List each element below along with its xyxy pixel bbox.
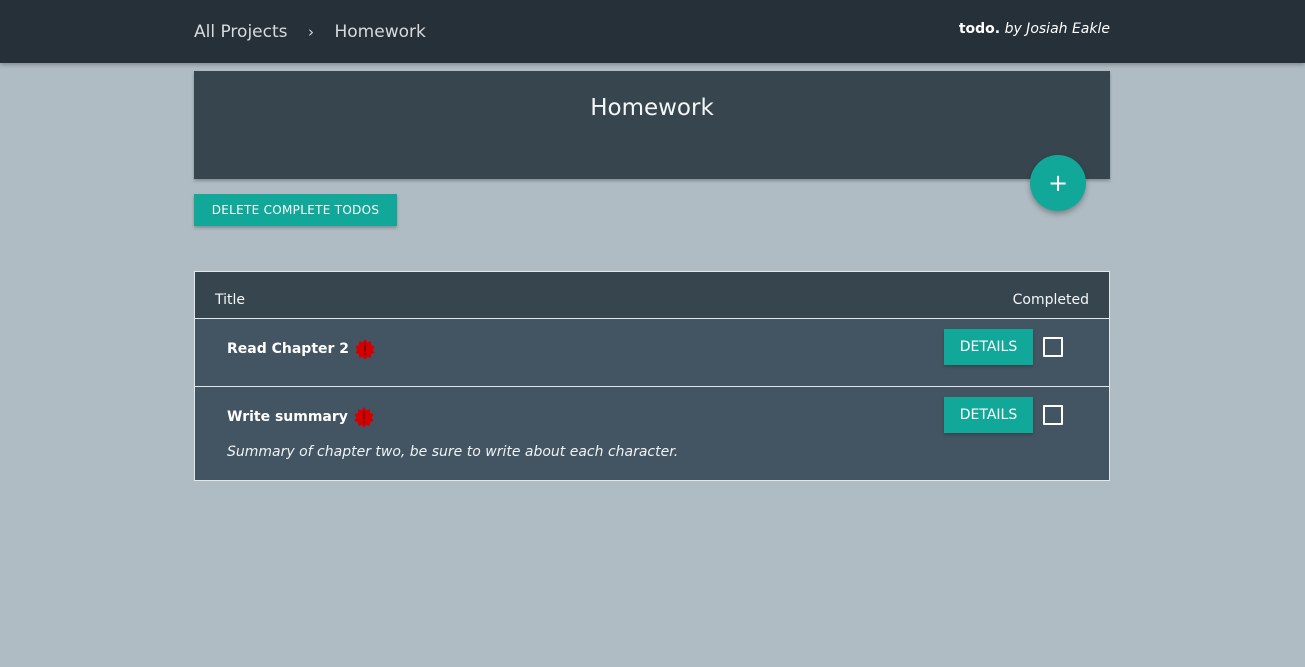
details-button[interactable]: DETAILS — [944, 397, 1033, 433]
breadcrumb-current-project[interactable]: Homework — [335, 22, 426, 42]
todo-title: Write summary — [227, 407, 374, 427]
chevron-right-icon: › — [308, 23, 314, 41]
table-header: Title Completed — [195, 272, 1109, 319]
todo-title: Read Chapter 2 — [227, 339, 375, 359]
delete-complete-todos-button[interactable]: DELETE COMPLETE TODOS — [194, 194, 397, 226]
breadcrumb: All Projects › Homework — [194, 20, 426, 44]
todo-description: Summary of chapter two, be sure to write… — [227, 444, 679, 460]
brand: todo. by Josiah Eakle — [959, 21, 1110, 37]
project-header-card: Homework — [194, 71, 1110, 179]
plus-icon: + — [1047, 169, 1069, 197]
todo-table: Title Completed Read Chapter 2 DETAILS W… — [194, 271, 1110, 481]
column-header-completed: Completed — [1012, 292, 1089, 308]
alert-icon — [355, 339, 375, 359]
page-title: Homework — [590, 95, 714, 121]
todo-title-text: Write summary — [227, 409, 348, 425]
completed-checkbox[interactable] — [1043, 405, 1063, 425]
details-button[interactable]: DETAILS — [944, 329, 1033, 365]
top-navbar: All Projects › Homework todo. by Josiah … — [0, 0, 1305, 63]
brand-author: by Josiah Eakle — [1004, 21, 1110, 37]
table-row: Write summary Summary of chapter two, be… — [195, 387, 1109, 481]
breadcrumb-all-projects[interactable]: All Projects — [194, 22, 288, 42]
brand-name: todo. — [958, 21, 1001, 37]
alert-icon — [354, 407, 374, 427]
todo-title-text: Read Chapter 2 — [227, 341, 350, 357]
completed-checkbox[interactable] — [1043, 337, 1063, 357]
table-row: Read Chapter 2 DETAILS — [195, 319, 1109, 387]
column-header-title: Title — [215, 292, 246, 308]
add-todo-button[interactable]: + — [1030, 155, 1086, 211]
